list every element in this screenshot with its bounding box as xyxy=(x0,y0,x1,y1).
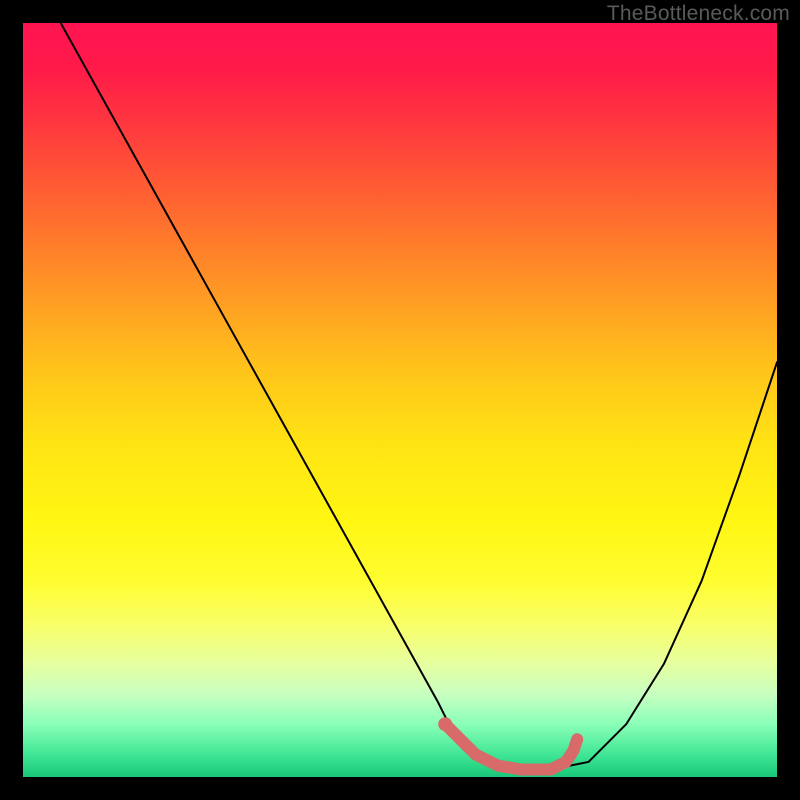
series-optimal-range xyxy=(445,724,577,769)
curve-layer xyxy=(61,23,777,769)
chart-svg xyxy=(23,23,777,777)
marker-dot xyxy=(438,717,452,731)
series-bottleneck-curve xyxy=(61,23,777,769)
chart-plot-area xyxy=(23,23,777,777)
watermark-text: TheBottleneck.com xyxy=(607,2,790,26)
